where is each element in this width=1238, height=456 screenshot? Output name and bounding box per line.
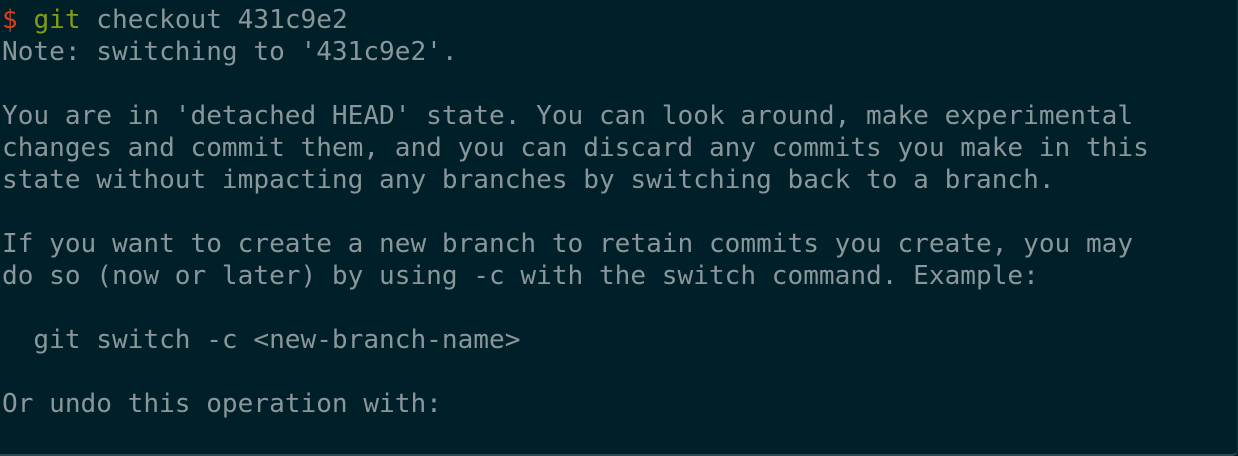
output-line: You are in 'detached HEAD' state. You ca…: [2, 101, 1134, 131]
output-line: git switch -c <new-branch-name>: [2, 325, 521, 355]
prompt-symbol: $: [2, 5, 18, 35]
output-line: do so (now or later) by using -c with th…: [2, 261, 1039, 291]
terminal-output-area: $ git checkout 431c9e2 Note: switching t…: [2, 4, 1237, 420]
command-line: $ git checkout 431c9e2: [2, 4, 1237, 36]
output-line: changes and commit them, and you can dis…: [2, 133, 1149, 163]
command-arguments: checkout 431c9e2: [96, 5, 348, 35]
output-line: Or undo this operation with:: [2, 389, 442, 419]
output-line: state without impacting any branches by …: [2, 165, 1055, 195]
terminal-window[interactable]: $ git checkout 431c9e2 Note: switching t…: [0, 0, 1238, 456]
output-line: If you want to create a new branch to re…: [2, 229, 1134, 259]
output-line: Note: switching to '431c9e2'.: [2, 37, 458, 67]
command-name: git: [33, 5, 81, 35]
